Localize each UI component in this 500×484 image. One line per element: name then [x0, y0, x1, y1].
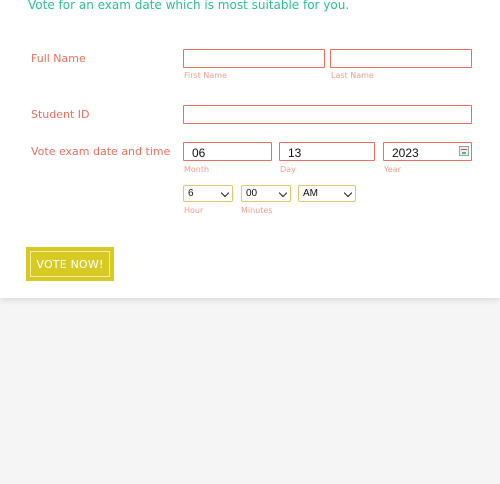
first-name-input[interactable] [183, 49, 325, 68]
ampm-value: AM [303, 188, 318, 199]
chevron-down-icon [278, 188, 288, 198]
year-value: 2023 [392, 146, 419, 160]
student-id-input[interactable] [183, 105, 472, 124]
year-input[interactable]: 2023 [383, 142, 472, 161]
year-sublabel: Year [384, 165, 401, 174]
chevron-down-icon [343, 188, 353, 198]
form-card: Vote for an exam date which is most suit… [0, 0, 500, 298]
minutes-sublabel: Minutes [241, 206, 273, 215]
hour-sublabel: Hour [184, 206, 204, 215]
month-sublabel: Month [184, 165, 210, 174]
chevron-down-icon [220, 188, 230, 198]
month-value: 06 [192, 146, 206, 160]
vote-now-button[interactable]: VOTE NOW! [26, 247, 114, 281]
month-input[interactable]: 06 [183, 142, 272, 161]
intro-text: Vote for an exam date which is most suit… [28, 0, 350, 12]
exam-date-label: Vote exam date and time [31, 145, 171, 158]
hour-select[interactable]: 6 [183, 185, 233, 202]
student-id-label: Student ID [31, 108, 90, 121]
day-sublabel: Day [280, 165, 296, 174]
minutes-select[interactable]: 00 [241, 185, 291, 202]
minutes-value: 00 [246, 188, 258, 199]
last-name-input[interactable] [330, 49, 472, 68]
first-name-sublabel: First Name [184, 71, 227, 80]
ampm-select[interactable]: AM [298, 185, 356, 202]
calendar-icon[interactable] [459, 146, 469, 156]
day-value: 13 [288, 146, 302, 160]
hour-value: 6 [188, 188, 194, 199]
last-name-sublabel: Last Name [331, 71, 374, 80]
full-name-label: Full Name [31, 52, 86, 65]
day-input[interactable]: 13 [279, 142, 375, 161]
